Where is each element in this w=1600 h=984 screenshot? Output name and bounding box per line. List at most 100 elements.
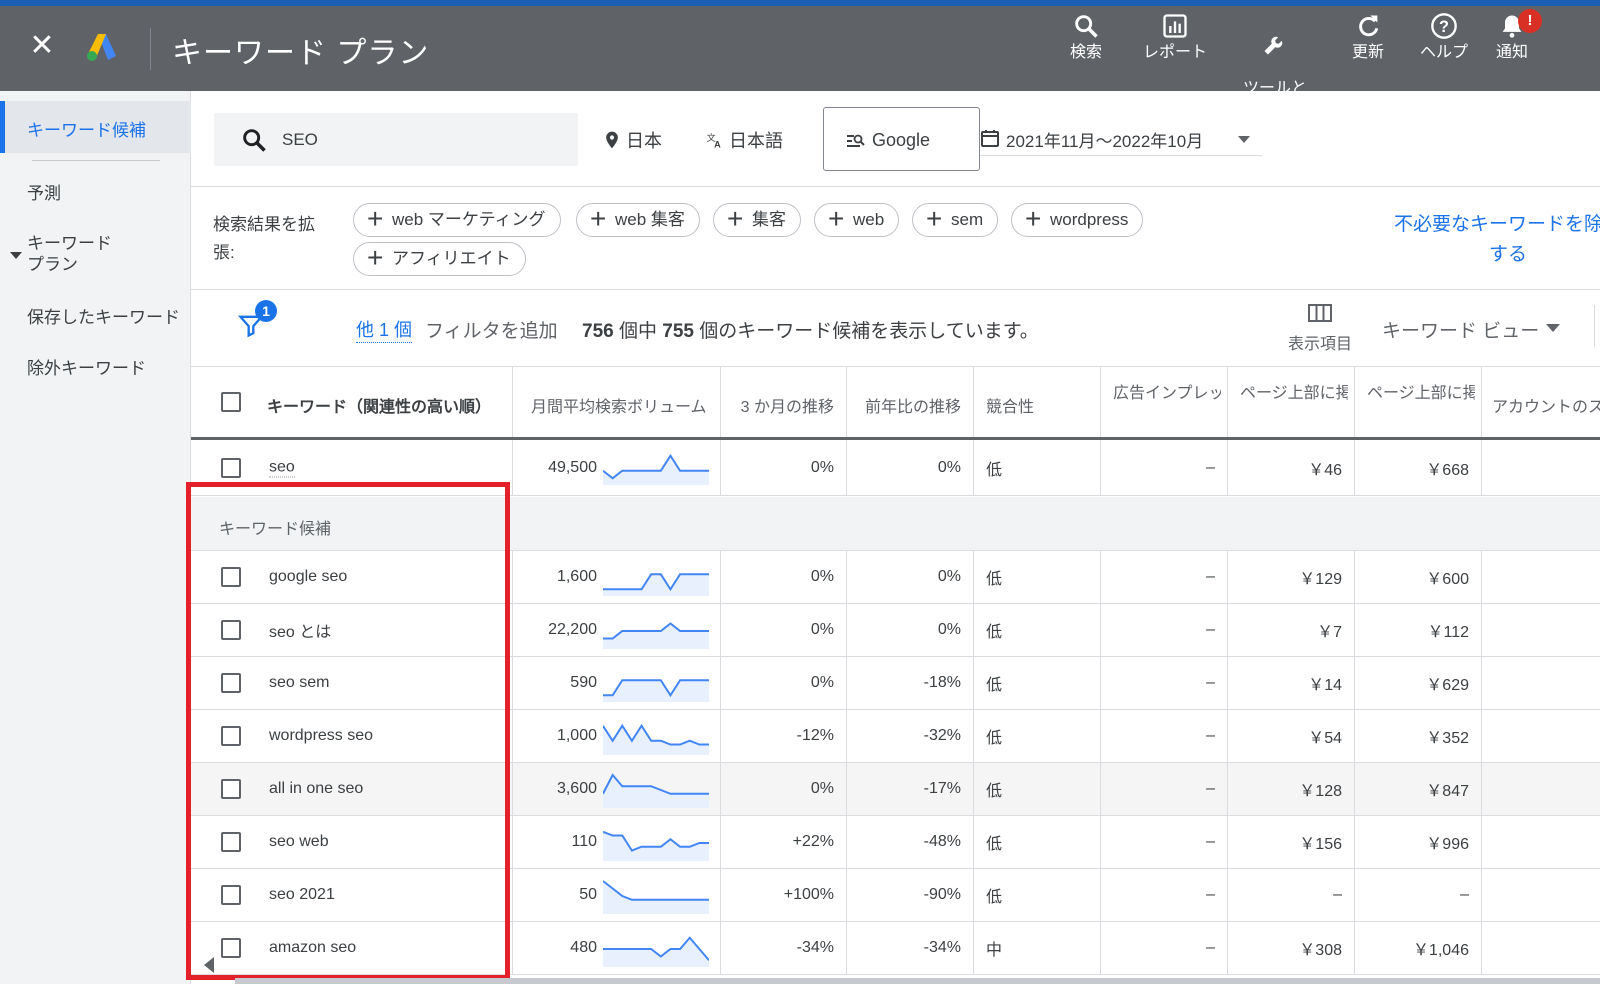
- language-selector[interactable]: 文 A 日本語: [705, 127, 783, 153]
- expand-caret-icon[interactable]: [10, 252, 22, 259]
- impr-value: –: [1206, 886, 1215, 903]
- trend-sparkline[interactable]: [603, 560, 709, 596]
- m3-cell: 0%: [721, 657, 847, 709]
- volume-value: 49,500: [548, 458, 597, 476]
- suggestion-chip[interactable]: sem: [912, 203, 999, 237]
- suggestion-chip[interactable]: web: [814, 203, 900, 237]
- yoy-cell: -48%: [847, 816, 974, 868]
- row-checkbox[interactable]: [221, 726, 241, 746]
- m3-value: +100%: [783, 886, 834, 903]
- trend-area: [603, 574, 709, 596]
- other-filters-link[interactable]: 他 1 個: [356, 316, 413, 343]
- status-cell: [1482, 763, 1600, 815]
- table-row[interactable]: amazon seo 480 -34% -34% 中 – ￥308 ￥1,046: [191, 922, 1600, 975]
- location-label: 日本: [626, 131, 662, 151]
- report-button[interactable]: レポート: [1143, 12, 1207, 62]
- column-header-impression[interactable]: 広告インプレッション: [1101, 367, 1228, 438]
- suggestion-chip[interactable]: wordpress: [1011, 203, 1144, 237]
- row-checkbox[interactable]: [221, 885, 241, 905]
- calendar-icon: [981, 130, 999, 147]
- yoy-value: -32%: [923, 727, 961, 744]
- column-header-yoy[interactable]: 前年比の推移: [847, 367, 974, 438]
- chevron-down-icon[interactable]: [1546, 324, 1560, 332]
- row-checkbox[interactable]: [221, 620, 241, 640]
- volume-value: 480: [570, 939, 597, 956]
- suggestion-chip[interactable]: web 集客: [576, 203, 700, 237]
- keyword-search-input[interactable]: SEO: [214, 113, 578, 166]
- divider: [1594, 305, 1595, 347]
- yoy-cell: 0%: [847, 604, 974, 656]
- table-row[interactable]: seo とは 22,200 0% 0% 低 – ￥7 ￥112: [191, 604, 1600, 657]
- trend-sparkline[interactable]: [603, 719, 709, 755]
- row-checkbox[interactable]: [221, 832, 241, 852]
- high_bid-cell: ￥668: [1355, 440, 1482, 495]
- row-checkbox[interactable]: [221, 457, 241, 478]
- trend-sparkline[interactable]: [603, 878, 709, 914]
- add-filter-button[interactable]: フィルタを追加: [425, 316, 558, 343]
- row-checkbox[interactable]: [221, 779, 241, 799]
- table-row[interactable]: seo 49,500 0% 0% 低 – ￥46 ￥668: [191, 440, 1600, 496]
- trend-sparkline[interactable]: [603, 666, 709, 702]
- wrench-icon: [1264, 36, 1283, 55]
- impr-cell: –: [1101, 710, 1228, 762]
- trend-sparkline[interactable]: [603, 449, 709, 485]
- column-header-3month[interactable]: 3 か月の推移: [721, 367, 847, 438]
- m3-cell: -34%: [721, 922, 847, 974]
- sidebar-item-keyword-ideas[interactable]: キーワード候補: [0, 101, 191, 153]
- suggestion-chip[interactable]: アフィリエイト: [353, 242, 526, 276]
- horizontal-scrollbar[interactable]: [235, 978, 1600, 984]
- sidebar-item-forecast[interactable]: 予測: [27, 183, 61, 204]
- trend-sparkline[interactable]: [603, 825, 709, 861]
- location-selector[interactable]: 日本: [602, 127, 662, 153]
- column-header-top-bid-high[interactable]: ページ上部に掲載: [1355, 367, 1482, 438]
- close-button[interactable]: ✕: [24, 28, 60, 64]
- remove-irrelevant-keywords-link[interactable]: 不必要なキーワードを除外する: [1388, 210, 1600, 270]
- column-header-keyword[interactable]: キーワード（関連性の高い順）: [191, 367, 513, 438]
- column-header-volume[interactable]: 月間平均検索ボリューム: [513, 367, 721, 438]
- impr-value: –: [1206, 833, 1215, 850]
- search-tool-button[interactable]: 検索: [1070, 12, 1102, 62]
- keyword-cell: amazon seo: [191, 922, 513, 974]
- suggestion-chip[interactable]: web マーケティング: [353, 203, 561, 237]
- row-checkbox[interactable]: [221, 673, 241, 693]
- impr-cell: –: [1101, 763, 1228, 815]
- network-selector[interactable]: Google: [823, 107, 980, 171]
- sidebar-item-saved-keywords[interactable]: 保存したキーワード: [27, 307, 180, 328]
- column-header-top-bid-low[interactable]: ページ上部に掲載: [1228, 367, 1355, 438]
- low_bid-value: ￥46: [1308, 461, 1342, 479]
- sidebar-item-keyword-plan[interactable]: キーワード プラン: [27, 233, 112, 275]
- sidebar-item-negative-keywords[interactable]: 除外キーワード: [27, 358, 146, 379]
- low_bid-value: ￥156: [1299, 836, 1342, 853]
- scroll-left-icon[interactable]: [196, 952, 222, 978]
- keyword-view-selector[interactable]: キーワード ビュー: [1382, 316, 1539, 343]
- columns-button[interactable]: 表示項目: [1274, 302, 1366, 354]
- table-row[interactable]: all in one seo 3,600 0% -17% 低 – ￥128 ￥847: [191, 763, 1600, 816]
- date-range-selector[interactable]: 2021年11月～2022年10月: [980, 124, 1262, 156]
- table-row[interactable]: wordpress seo 1,000 -12% -32% 低 – ￥54 ￥352: [191, 710, 1600, 763]
- keyword-cell: google seo: [191, 551, 513, 603]
- refresh-button[interactable]: 更新: [1352, 12, 1384, 62]
- table-row[interactable]: seo 2021 50 +100% -90% 低 – – –: [191, 869, 1600, 922]
- trend-sparkline[interactable]: [603, 613, 709, 649]
- column-header-competition[interactable]: 競合性: [974, 367, 1101, 438]
- high_bid-cell: ￥1,046: [1355, 922, 1482, 974]
- table-row[interactable]: seo web 110 +22% -48% 低 – ￥156 ￥996: [191, 816, 1600, 869]
- tools-settings-button[interactable]: ツールと 設定: [1243, 12, 1307, 116]
- column-header-label: 3 か月の推移: [740, 399, 834, 416]
- volume-value: 1,000: [556, 727, 597, 744]
- yoy-cell: -32%: [847, 710, 974, 762]
- low_bid-value: ￥128: [1299, 783, 1342, 800]
- volume-value: 22,200: [548, 621, 597, 638]
- row-checkbox[interactable]: [221, 938, 241, 958]
- table-row[interactable]: google seo 1,600 0% 0% 低 – ￥129 ￥600: [191, 551, 1600, 604]
- impr-cell: –: [1101, 440, 1228, 495]
- suggestion-chip[interactable]: 集客: [713, 203, 801, 237]
- trend-sparkline[interactable]: [603, 772, 709, 808]
- row-checkbox[interactable]: [221, 567, 241, 587]
- shown-count: 755: [662, 321, 694, 342]
- select-all-checkbox[interactable]: [221, 392, 241, 412]
- trend-sparkline[interactable]: [603, 931, 709, 967]
- table-row[interactable]: seo sem 590 0% -18% 低 – ￥14 ￥629: [191, 657, 1600, 710]
- column-header-account-status[interactable]: アカウントのステータス: [1482, 367, 1600, 438]
- help-button[interactable]: ? ヘルプ: [1420, 12, 1468, 62]
